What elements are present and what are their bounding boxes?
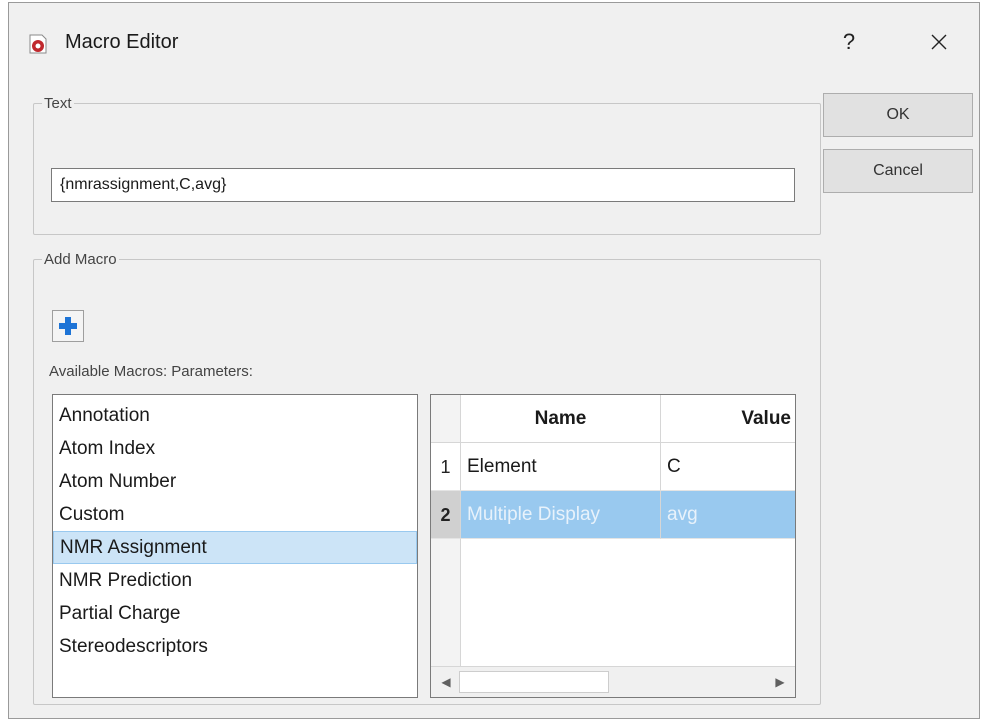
text-group-legend: Text <box>44 95 72 112</box>
help-button[interactable]: ? <box>829 25 869 59</box>
macro-editor-dialog: Macro Editor ? Text {nmrassignment,C,avg… <box>8 2 980 719</box>
table-corner[interactable] <box>431 395 461 443</box>
macro-item-stereodescriptors[interactable]: Stereodescriptors <box>53 630 417 663</box>
parameters-table[interactable]: Name Value 1 Element C 2 Multiple Displa… <box>430 394 796 698</box>
add-macro-group: Add Macro Available Macros: Parameters: … <box>33 251 821 705</box>
macro-item-annotation[interactable]: Annotation <box>53 399 417 432</box>
macro-item-atom-index[interactable]: Atom Index <box>53 432 417 465</box>
param-name-cell[interactable]: Element <box>461 443 661 491</box>
column-header-name[interactable]: Name <box>461 395 661 443</box>
macro-text-input[interactable]: {nmrassignment,C,avg} <box>51 168 795 202</box>
cancel-button[interactable]: Cancel <box>823 149 973 193</box>
horizontal-scrollbar[interactable]: ◀ ▶ <box>431 666 795 697</box>
scroll-left-arrow-icon[interactable]: ◀ <box>434 670 458 694</box>
row-header-1[interactable]: 1 <box>431 443 461 491</box>
ok-button[interactable]: OK <box>823 93 973 137</box>
scroll-right-arrow-icon[interactable]: ▶ <box>768 670 792 694</box>
macro-item-nmr-prediction[interactable]: NMR Prediction <box>53 564 417 597</box>
text-group: Text {nmrassignment,C,avg} <box>33 95 821 235</box>
add-macro-button[interactable] <box>52 310 84 342</box>
available-macros-list[interactable]: Annotation Atom Index Atom Number Custom… <box>52 394 418 698</box>
close-icon <box>929 33 949 50</box>
title-bar: Macro Editor ? <box>9 3 979 81</box>
param-value-cell[interactable]: C <box>661 443 795 491</box>
macro-item-custom[interactable]: Custom <box>53 498 417 531</box>
macro-item-partial-charge[interactable]: Partial Charge <box>53 597 417 630</box>
close-button[interactable] <box>917 25 961 59</box>
add-macro-legend: Add Macro <box>44 251 117 268</box>
macros-parameters-label: Available Macros: Parameters: <box>49 363 253 380</box>
app-logo-icon <box>27 33 49 55</box>
row-header-2[interactable]: 2 <box>431 491 461 539</box>
plus-icon <box>59 317 77 335</box>
window-title: Macro Editor <box>65 31 179 53</box>
macro-item-atom-number[interactable]: Atom Number <box>53 465 417 498</box>
param-name-cell[interactable]: Multiple Display <box>461 491 661 539</box>
macro-item-nmr-assignment[interactable]: NMR Assignment <box>53 531 417 564</box>
scroll-thumb[interactable] <box>459 671 609 693</box>
param-value-cell[interactable]: avg <box>661 491 795 539</box>
column-header-value[interactable]: Value <box>661 395 795 443</box>
